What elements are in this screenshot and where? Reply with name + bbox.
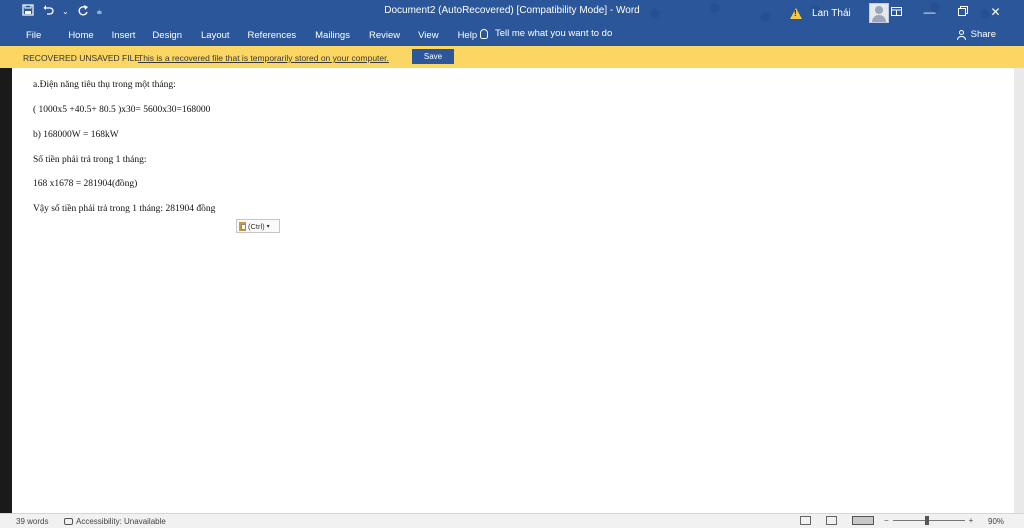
zoom-out-icon[interactable]: − [884,516,889,525]
word-count[interactable]: 39 words [16,517,48,526]
person-icon [956,29,966,40]
warning-icon[interactable] [790,7,802,19]
status-bar: 39 words Accessibility: Unavailable − + … [0,513,1024,528]
zoom-slider[interactable]: − + [884,516,973,525]
print-layout-icon[interactable] [826,516,837,525]
save-button[interactable]: Save [412,49,454,64]
clipboard-icon [239,221,246,231]
document-paragraph[interactable]: ( 1000x5 +40.5+ 80.5 )x30= 5600x30=16800… [33,105,210,115]
minimize-icon[interactable]: — [913,4,946,20]
accessibility-status[interactable]: Accessibility: Unavailable [64,517,166,526]
paste-options-label[interactable]: (Ctrl) [248,222,265,231]
read-mode-icon[interactable] [800,516,811,525]
tab-review[interactable]: Review [369,30,400,41]
chevron-down-icon[interactable]: ▾ [267,223,270,230]
accessibility-icon [64,518,73,525]
document-paragraph[interactable]: Vậy số tiền phải trả trong 1 tháng: 2819… [33,204,215,214]
tab-view[interactable]: View [418,30,438,41]
accessibility-label[interactable]: Accessibility: Unavailable [76,517,166,526]
ribbon-tabs: File Home Insert Design Layout Reference… [0,24,1024,46]
word-window: ⌄ ⩧ Document2 (AutoRecovered) [Compatibi… [0,0,1024,528]
paste-options-button[interactable]: (Ctrl) ▾ [236,219,280,233]
tab-mailings[interactable]: Mailings [315,30,350,41]
tab-references[interactable]: References [248,30,297,41]
view-buttons [800,516,874,525]
infobar-label: RECOVERED UNSAVED FILE [23,53,140,63]
recovered-file-infobar: RECOVERED UNSAVED FILE This is a recover… [0,46,1024,68]
share-button[interactable]: Share [956,29,996,40]
web-layout-icon[interactable] [852,516,874,525]
document-paragraph[interactable]: Số tiền phải trả trong 1 tháng: [33,155,146,165]
tab-home[interactable]: Home [68,30,93,41]
zoom-thumb[interactable] [924,516,929,525]
document-page[interactable]: a.Điện năng tiêu thụ trong một tháng: ( … [12,68,1014,513]
title-bar: ⌄ ⩧ Document2 (AutoRecovered) [Compatibi… [0,0,1024,24]
tab-layout[interactable]: Layout [201,30,230,41]
tab-insert[interactable]: Insert [112,30,136,41]
tab-file[interactable]: File [26,30,41,41]
zoom-in-icon[interactable]: + [969,516,974,525]
tell-me-text[interactable]: Tell me what you want to do [495,28,612,39]
infobar-message-link[interactable]: This is a recovered file that is tempora… [138,53,389,63]
window-controls: — ✕ [880,4,1012,20]
left-margin-shadow [0,68,12,513]
tab-list: File Home Insert Design Layout Reference… [18,30,477,41]
restore-icon[interactable] [946,4,979,20]
document-paragraph[interactable]: b) 168000W = 168kW [33,130,119,140]
close-icon[interactable]: ✕ [979,4,1012,20]
tab-help[interactable]: Help [458,30,478,41]
zoom-level[interactable]: 90% [988,517,1004,526]
tell-me-search[interactable]: Tell me what you want to do [480,28,612,39]
zoom-track[interactable] [892,516,965,525]
document-paragraph[interactable]: 168 x1678 = 281904(đồng) [33,179,137,189]
tab-design[interactable]: Design [152,30,182,41]
vertical-scrollbar[interactable] [1014,68,1024,513]
ribbon-display-options-icon[interactable] [880,4,913,20]
document-paragraph[interactable]: a.Điện năng tiêu thụ trong một tháng: [33,80,176,90]
user-account[interactable]: Lan Thái [790,3,889,23]
share-label[interactable]: Share [971,29,996,40]
user-name[interactable]: Lan Thái [812,8,851,19]
lightbulb-icon [480,28,488,39]
